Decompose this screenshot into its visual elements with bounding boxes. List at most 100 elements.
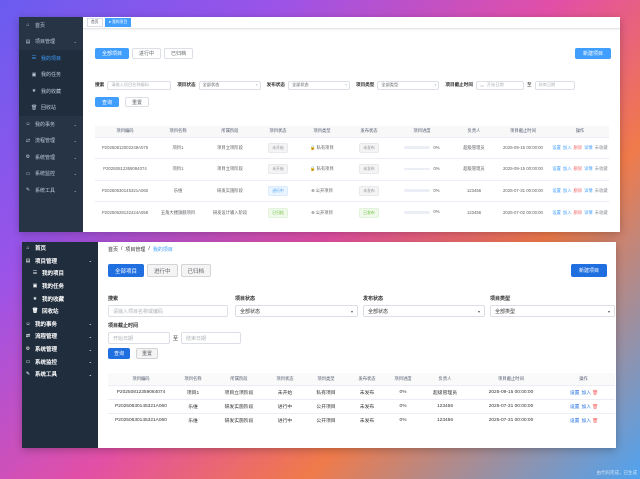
type-select[interactable]: 全部类型 ▾ [377, 80, 440, 90]
tab-all-projects[interactable]: 全部项目 [95, 48, 130, 59]
sidebar-item[interactable]: ▭ 系统监控 ⌄ [22, 355, 98, 368]
sidebar-item[interactable]: 🗑 回收站 [19, 99, 83, 116]
column-header: 项目状态 [259, 126, 297, 137]
sidebar-item[interactable]: ★ 我的收藏 [19, 83, 83, 100]
monitor-icon: ▭ [25, 170, 31, 177]
row-action-link[interactable]: 设置 [570, 405, 580, 410]
row-action-link[interactable]: 设置 [552, 188, 561, 193]
row-action-link[interactable]: 删除 [574, 166, 583, 171]
sidebar-item[interactable]: ▣ 我的任务 [22, 279, 98, 293]
type-select-value: 全部类型 [381, 82, 399, 87]
row-action-link[interactable]: 详情 [584, 188, 593, 193]
cell-type: ⊕公开项目 [297, 179, 347, 202]
publish-select[interactable]: 全部状态 ▾ [287, 80, 350, 90]
sidebar-item[interactable]: 🗑 回收站 [22, 304, 98, 318]
sidebar-item[interactable]: ✎ 系统工具 ⌄ [22, 368, 98, 381]
type-select[interactable]: 全部类型 ▾ [490, 305, 615, 317]
row-action-link[interactable]: 加入 [581, 419, 591, 424]
row-action-link[interactable]: 删除 [574, 188, 583, 193]
row-action-link[interactable]: 未收藏 [595, 210, 608, 215]
sidebar-item[interactable]: ⌂ 首页 [19, 17, 83, 34]
row-action-link[interactable]: 设置 [570, 391, 580, 396]
sidebar-item[interactable]: ★ 我的收藏 [22, 292, 98, 305]
flow-icon: ⇄ [25, 137, 31, 144]
row-action-link[interactable]: 删除 [574, 145, 583, 150]
search-input[interactable]: 请输入项目名称或编码 [108, 305, 228, 317]
sidebar-item[interactable]: ✎ 系统工具 ⌄ [19, 182, 83, 199]
row-action-link[interactable]: 加入 [563, 166, 572, 171]
sidebar-item[interactable]: ▣ 我的任务 [19, 66, 83, 83]
publish-select[interactable]: 全部状态 ▾ [363, 305, 485, 317]
status-select[interactable]: 全部状态 ▾ [235, 305, 358, 317]
trash-icon[interactable]: 🗑 [592, 405, 598, 410]
cell-ops: 设置 加入🗑 [552, 412, 615, 427]
breadcrumb-item[interactable]: 项目管理 [125, 246, 145, 253]
sidebar-item[interactable]: ⚙ 系统管理 ⌄ [19, 149, 83, 166]
cell-type: ⊕公开项目 [297, 201, 347, 223]
end-date-input[interactable]: 结束日期 [534, 80, 575, 90]
row-action-link[interactable]: 详情 [584, 166, 593, 171]
sidebar-item[interactable]: ▭ 系统监控 ⌄ [19, 166, 83, 183]
end-date-input[interactable]: 结束日期 [181, 332, 242, 344]
query-button[interactable]: 查询 [95, 97, 120, 107]
reset-button[interactable]: 重置 [125, 97, 150, 107]
row-action-link[interactable]: 设置 [552, 210, 561, 215]
cell-name: 五角大楼旗舰项目 [155, 201, 201, 223]
progress-value: 0% [433, 144, 440, 150]
new-project-button[interactable]: 新建项目 [570, 264, 607, 277]
query-button[interactable]: 查询 [108, 348, 131, 359]
row-action-link[interactable]: 加入 [563, 188, 572, 193]
folder-icon: ▤ [25, 257, 31, 264]
tab-archived[interactable]: 已归档 [180, 264, 212, 277]
row-action-link[interactable]: 详情 [584, 210, 593, 215]
sidebar-item[interactable]: ▤ 项目管理 ⌄ [19, 34, 83, 51]
sidebar-item-label: 系统监控 [35, 171, 56, 178]
search-input[interactable]: 请输入项目名称编码 [107, 80, 172, 90]
breadcrumb-item[interactable]: 首页 [108, 246, 118, 253]
sidebar-item-label: 我的项目 [42, 271, 65, 278]
start-date-input[interactable]: ▭ 开始日期 [475, 80, 524, 90]
tab-all-projects[interactable]: 全部项目 [108, 264, 145, 277]
trash-icon[interactable]: 🗑 [592, 391, 598, 396]
sidebar-item[interactable]: ☺ 我的事务 ⌄ [19, 116, 83, 133]
chevron-down-icon: ▾ [345, 83, 347, 87]
sidebar-item[interactable]: ⚙ 系统管理 ⌄ [22, 343, 98, 356]
sidebar-item[interactable]: ⌂ 首页 [22, 242, 98, 255]
row-action-link[interactable]: 删除 [574, 210, 583, 215]
row-action-link[interactable]: 未收藏 [595, 145, 608, 150]
start-date-input[interactable]: 开始日期 [108, 332, 170, 344]
sidebar-item[interactable]: ⇄ 流程管理 ⌄ [19, 133, 83, 150]
row-action-link[interactable]: 未收藏 [595, 166, 608, 171]
cell-code: P20250812002249A075 [95, 136, 155, 159]
cell-type: 公开项目 [304, 412, 348, 427]
column-header: 项目状态 [266, 373, 304, 385]
new-project-button[interactable]: 新建项目 [574, 48, 611, 59]
row-action-link[interactable]: 加入 [581, 405, 591, 410]
sidebar-item[interactable]: ▤ 项目管理 ⌄ [22, 255, 98, 268]
status-select[interactable]: 全部状态 ▾ [198, 80, 261, 90]
sidebar-item[interactable]: ⇄ 流程管理 ⌄ [22, 330, 98, 343]
row-action-link[interactable]: 设置 [570, 419, 580, 424]
cell-name: 项目1 [155, 136, 201, 159]
row-action-link[interactable]: 设置 [552, 166, 561, 171]
row-action-link[interactable]: 加入 [563, 210, 572, 215]
row-action-link[interactable]: 加入 [563, 145, 572, 150]
tag-home[interactable]: 首页 [87, 18, 103, 27]
tab-in-progress[interactable]: 进行中 [132, 48, 162, 59]
row-action-link[interactable]: 详情 [584, 145, 593, 150]
tab-archived[interactable]: 已归档 [164, 48, 194, 59]
chevron-down-icon: ▾ [255, 83, 258, 87]
trash-icon[interactable]: 🗑 [592, 419, 598, 424]
row-action-link[interactable]: 设置 [552, 145, 561, 150]
project-type: 🔒私有项目 [310, 166, 334, 171]
gear-icon: ⚙ [25, 346, 31, 353]
row-action-link[interactable]: 未收藏 [595, 188, 608, 193]
sidebar-item[interactable]: ☰ 我的项目 [19, 50, 83, 67]
tab-in-progress[interactable]: 进行中 [147, 264, 178, 277]
row-action-link[interactable]: 加入 [581, 391, 591, 396]
sidebar-item[interactable]: ☺ 我的事务 ⌄ [22, 318, 98, 331]
tag-my-projects[interactable]: ● 我的项目 [104, 18, 132, 27]
sidebar-item[interactable]: ☰ 我的项目 [22, 267, 98, 280]
reset-button[interactable]: 重置 [136, 348, 159, 359]
date-range-separator: 至 [526, 82, 532, 87]
